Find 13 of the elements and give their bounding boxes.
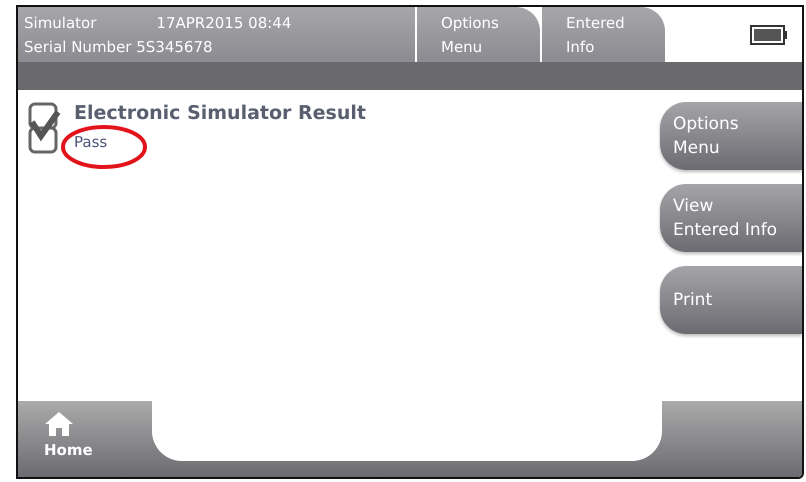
battery-icon — [750, 24, 788, 44]
side-menu-button[interactable]: Options Menu — [660, 102, 802, 170]
home-button[interactable]: Home — [18, 401, 152, 477]
side-menu-button[interactable]: View Entered Info — [660, 184, 802, 252]
device-name: Simulator — [24, 13, 96, 34]
home-icon — [44, 411, 74, 437]
header-tab[interactable]: Entered Info — [540, 7, 665, 62]
result-status: Pass — [74, 133, 108, 151]
serial-number: Serial Number 5S345678 — [24, 38, 213, 56]
date-time: 17APR2015 08:44 — [156, 13, 292, 34]
result-title: Electronic Simulator Result — [74, 102, 366, 124]
side-menu-button[interactable]: Print — [660, 266, 802, 334]
header-tab[interactable]: Options Menu — [415, 7, 540, 62]
